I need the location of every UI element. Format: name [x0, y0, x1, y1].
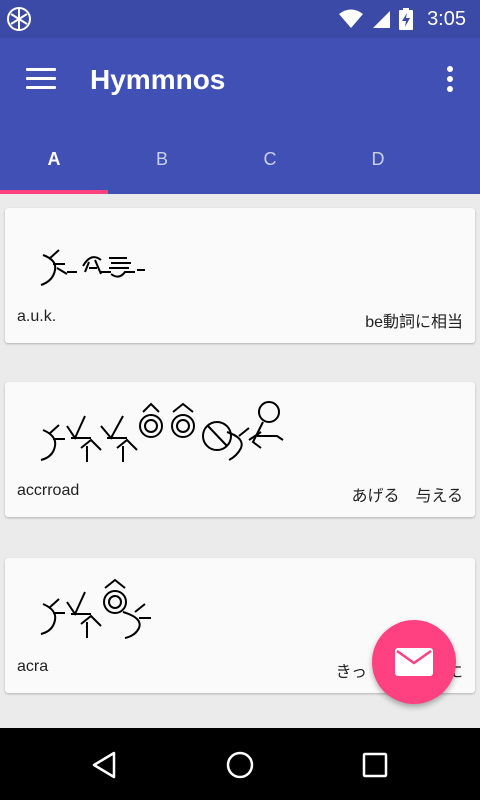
hymmnos-glyph-icon [40, 249, 145, 286]
navigation-bar [0, 728, 480, 800]
word-meaning: あげる 与える [351, 488, 463, 505]
status-time: 3:05 [427, 7, 466, 30]
word-text: a.u.k. [17, 308, 57, 325]
app-bar: Hymmnos [0, 38, 480, 124]
word-text: acra [17, 658, 49, 675]
compose-mail-button[interactable] [372, 620, 456, 704]
tab-bar: A B C D [0, 124, 480, 194]
mail-icon [395, 648, 433, 676]
word-card-accrroad[interactable]: accrroad あげる 与える [5, 382, 475, 517]
status-icons: 3:05 [339, 0, 466, 38]
menu-icon[interactable] [26, 68, 56, 92]
battery-charging-icon [399, 8, 414, 30]
more-vert-icon[interactable] [446, 66, 454, 96]
app-notification-icon [7, 7, 31, 31]
app-title: Hymmnos [90, 64, 226, 95]
hymmnos-glyph-icon [40, 401, 284, 462]
recents-icon[interactable] [360, 750, 390, 780]
tab-c[interactable]: C [216, 124, 324, 194]
word-meaning: be動詞に相当 [365, 314, 463, 331]
cell-signal-icon [373, 11, 391, 28]
tab-b[interactable]: B [108, 124, 216, 194]
tab-d[interactable]: D [324, 124, 432, 194]
home-icon[interactable] [225, 750, 255, 780]
wifi-icon [339, 9, 364, 28]
status-bar: 3:05 [0, 0, 480, 38]
back-icon[interactable] [90, 750, 120, 780]
hymmnos-glyph-icon [40, 578, 151, 639]
word-card-auk[interactable]: a.u.k. be動詞に相当 [5, 208, 475, 343]
tab-a[interactable]: A [0, 124, 108, 194]
word-text: accrroad [17, 482, 80, 499]
